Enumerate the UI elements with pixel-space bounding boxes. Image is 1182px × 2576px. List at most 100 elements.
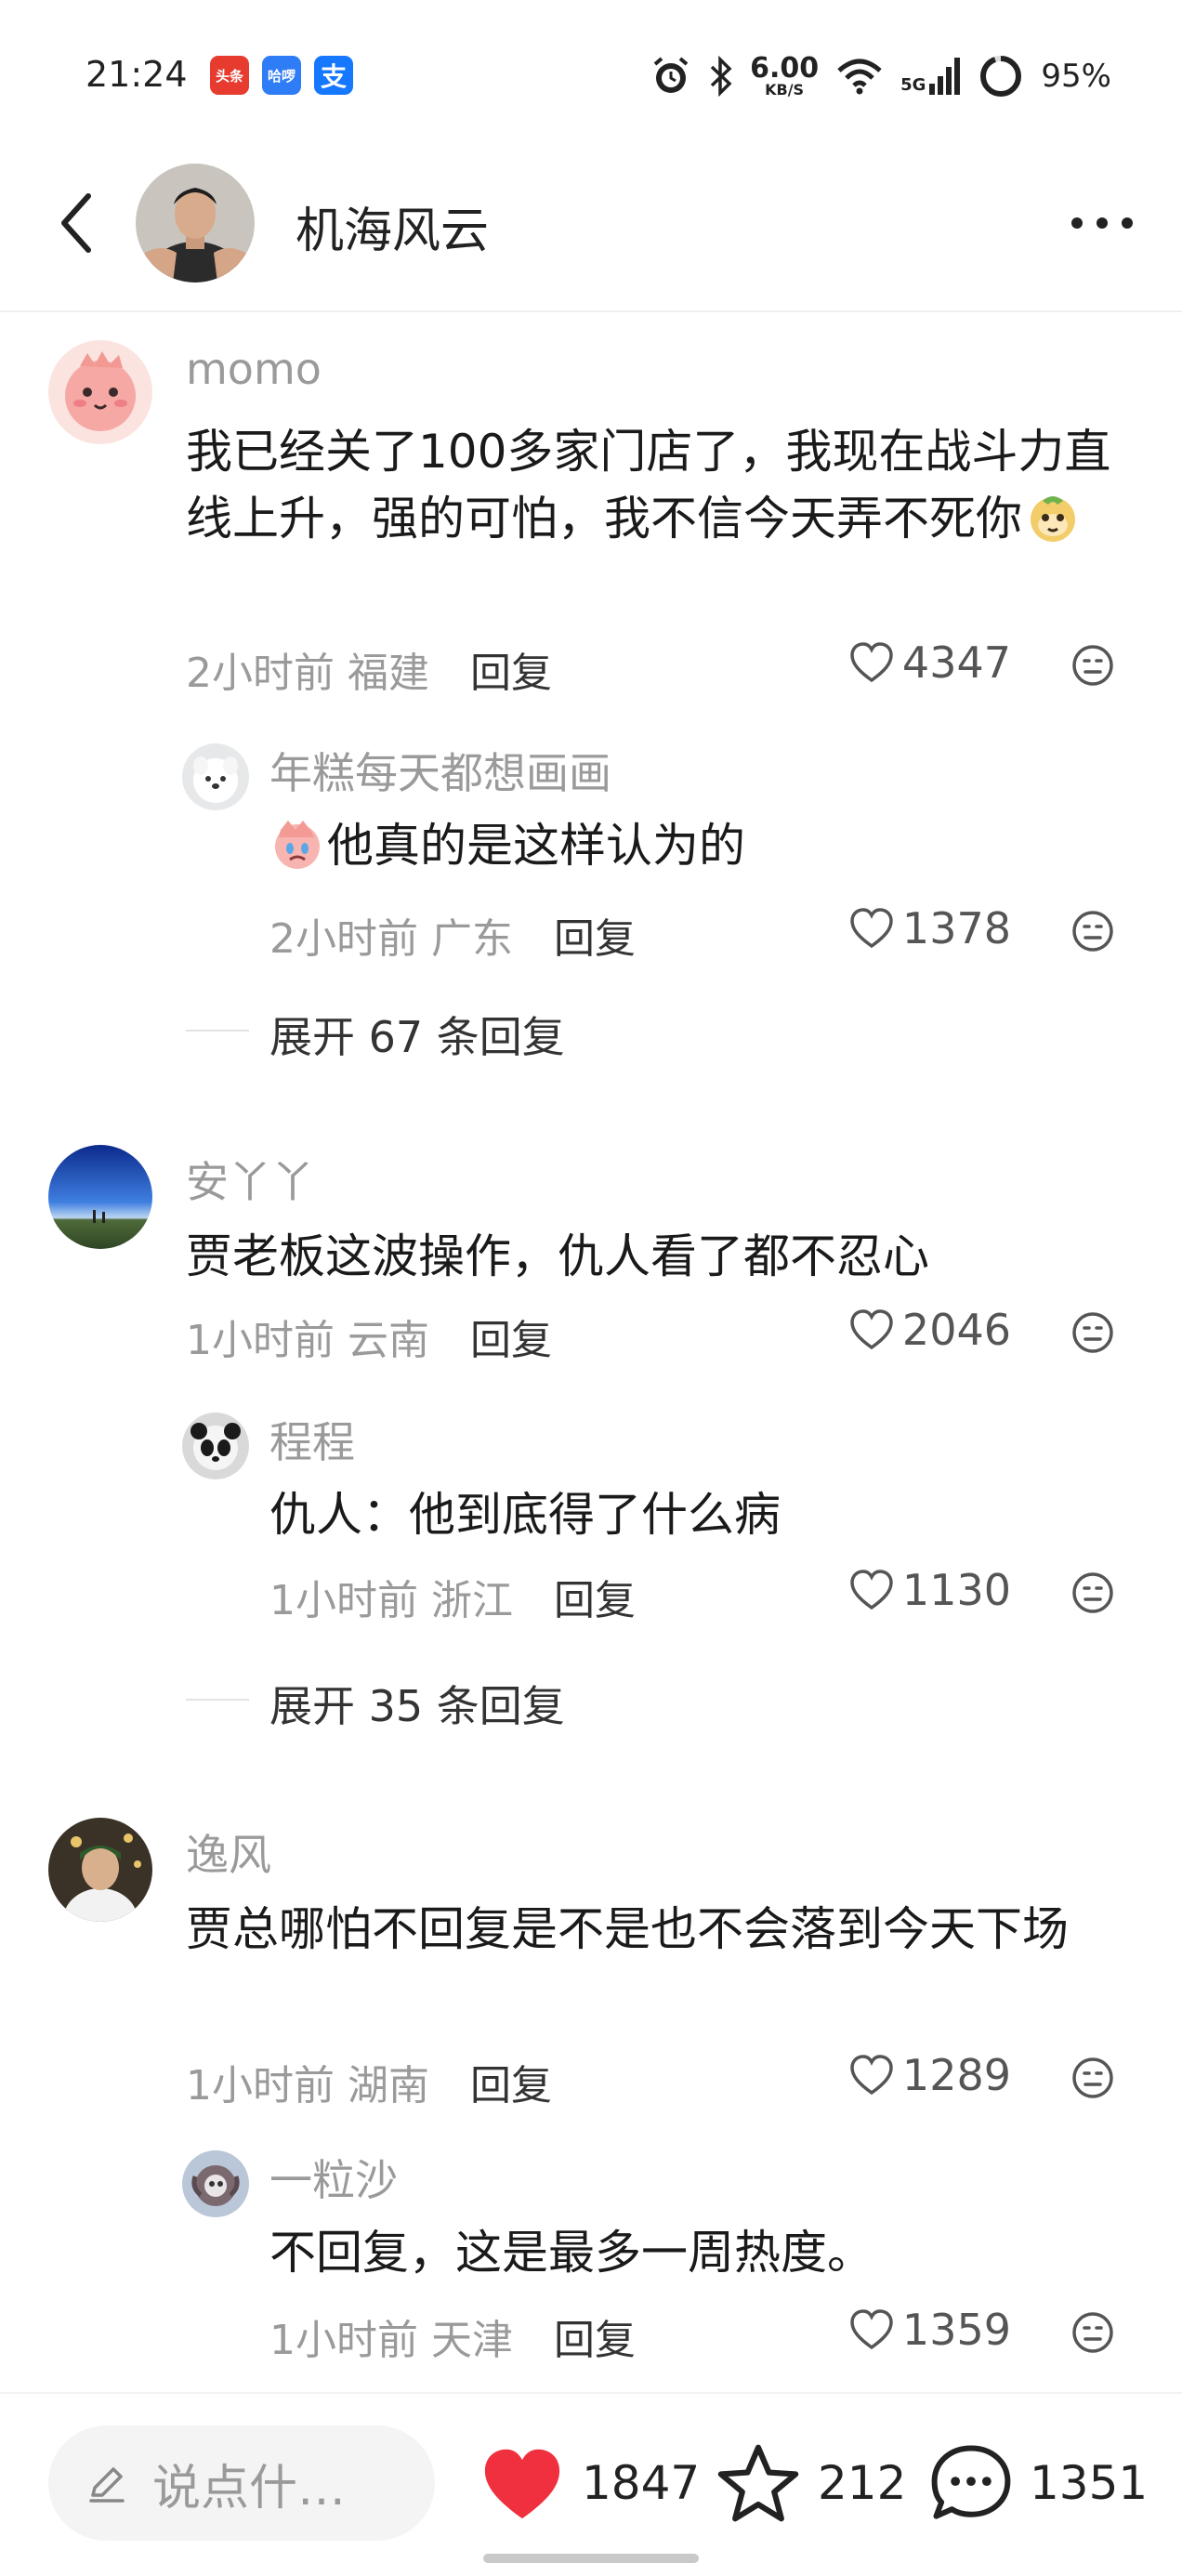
reply-text: 他真的是这样认为的 — [269, 812, 1124, 879]
reply-text: 仇人：他到底得了什么病 — [269, 1488, 781, 1542]
hellobike-app-icon: 哈啰 — [262, 56, 301, 95]
like-button[interactable]: 1359 — [848, 2305, 1011, 2355]
replier-name[interactable]: 年糕每天都想画画 — [269, 740, 611, 801]
commenter-avatar[interactable] — [48, 1818, 152, 1922]
reply-meta: 1小时前 浙江 回复 — [269, 1567, 636, 1626]
like-button[interactable]: 1289 — [848, 2050, 1011, 2100]
home-indicator[interactable] — [483, 2554, 699, 2563]
replier-avatar[interactable] — [182, 743, 249, 810]
star-icon — [717, 2444, 799, 2522]
expand-replies-button[interactable]: 展开 67 条回复 — [269, 1004, 565, 1065]
commenter-name[interactable]: momo — [186, 344, 322, 394]
reply-time: 1小时前 — [269, 1577, 418, 1624]
bluetooth-icon — [710, 56, 732, 97]
replier-avatar[interactable] — [182, 2150, 249, 2217]
reply-button[interactable]: 回复 — [554, 915, 636, 963]
heart-outline-icon — [850, 1309, 893, 1349]
like-button[interactable]: 1378 — [848, 903, 1011, 953]
like-post-button[interactable]: 1847 — [479, 2427, 700, 2539]
replier-name[interactable]: 一粒沙 — [269, 2147, 398, 2208]
heart-outline-icon — [850, 908, 893, 948]
comment-meta: 2小时前 福建 回复 — [186, 639, 552, 699]
replier-name[interactable]: 程程 — [269, 1409, 355, 1470]
like-count: 1289 — [901, 2050, 1011, 2100]
reply-button[interactable]: 回复 — [470, 650, 552, 697]
replier-avatar[interactable] — [182, 1413, 249, 1479]
emoji-icon — [1031, 496, 1075, 542]
comments-button[interactable]: 1351 — [929, 2427, 1148, 2539]
dislike-face-icon[interactable] — [1070, 1571, 1115, 1615]
commenter-name[interactable]: 安丫丫 — [186, 1149, 314, 1210]
network-speed: 6.00 KB/S — [750, 52, 820, 99]
like-count: 1378 — [901, 903, 1011, 953]
comment-input-placeholder: 说点什… — [152, 2460, 347, 2517]
like-button[interactable]: 2046 — [848, 1305, 1011, 1355]
like-button[interactable]: 4347 — [848, 637, 1011, 688]
commenter-name[interactable]: 逸风 — [186, 1821, 271, 1883]
comment-text: 贾老板这波操作，仇人看了都不忍心 — [186, 1229, 929, 1283]
reply-button[interactable]: 回复 — [554, 1577, 636, 1624]
status-indicators: 6.00 KB/S 5G 95% — [650, 48, 1111, 104]
back-button[interactable] — [43, 186, 108, 260]
reply-location: 浙江 — [431, 1577, 513, 1624]
author-avatar[interactable] — [136, 164, 255, 283]
heart-outline-icon — [850, 642, 893, 682]
comment-location: 云南 — [348, 1317, 429, 1364]
reply-time: 2小时前 — [269, 915, 418, 963]
reply-time: 1小时前 — [269, 2317, 418, 2364]
like-button[interactable]: 1130 — [848, 1565, 1011, 1615]
expand-divider — [186, 1030, 249, 1032]
reply-button[interactable]: 回复 — [470, 1317, 552, 1364]
comment-location: 福建 — [348, 650, 429, 697]
heart-outline-icon — [850, 2309, 893, 2349]
comment-bubble-icon — [931, 2445, 1011, 2519]
favorite-button[interactable]: 212 — [716, 2427, 906, 2539]
wifi-icon — [837, 59, 882, 95]
heart-outline-icon — [850, 2055, 893, 2095]
cellular-signal-icon: 5G — [900, 58, 961, 95]
dislike-face-icon[interactable] — [1070, 2310, 1115, 2355]
more-dots-icon — [1071, 217, 1133, 229]
expand-divider — [186, 1699, 249, 1701]
commenter-avatar[interactable] — [48, 340, 152, 444]
dislike-face-icon[interactable] — [1070, 2056, 1115, 2100]
favorite-count: 212 — [818, 2456, 907, 2510]
like-count: 1130 — [901, 1565, 1011, 1615]
chevron-left-icon — [61, 193, 91, 253]
battery-ring-icon — [980, 56, 1022, 97]
status-time: 21:24 — [85, 54, 188, 95]
comment-time: 1小时前 — [186, 1317, 335, 1364]
comment-text: 贾总哪怕不回复是不是也不会落到今天下场 — [186, 1902, 1069, 1956]
post-like-count: 1847 — [582, 2456, 701, 2510]
page-header: 机海风云 — [0, 149, 1182, 312]
comment-location: 湖南 — [348, 2062, 429, 2109]
comment-time: 2小时前 — [186, 650, 335, 697]
status-bar: 21:24 头条 哈啰 支 6.00 KB/S 5G 95% — [0, 0, 1182, 149]
commenter-avatar[interactable] — [48, 1145, 152, 1249]
emoji-icon — [275, 821, 320, 869]
reply-meta: 2小时前 广东 回复 — [269, 905, 636, 965]
expand-replies-button[interactable]: 展开 35 条回复 — [269, 1673, 565, 1734]
comment-count: 1351 — [1030, 2456, 1149, 2510]
dislike-face-icon[interactable] — [1070, 643, 1115, 688]
pencil-icon — [89, 2467, 125, 2503]
reply-location: 天津 — [431, 2317, 513, 2364]
page-title: 机海风云 — [296, 204, 490, 259]
like-count: 4347 — [901, 637, 1011, 688]
comment-input[interactable]: 说点什… — [48, 2425, 435, 2541]
more-options-button[interactable] — [1065, 195, 1139, 251]
reply-location: 广东 — [431, 915, 513, 963]
like-count: 2046 — [901, 1305, 1011, 1355]
heart-filled-icon — [484, 2449, 560, 2519]
reply-button[interactable]: 回复 — [470, 2062, 552, 2109]
alarm-icon — [653, 57, 689, 93]
alipay-app-icon: 支 — [314, 56, 353, 95]
like-count: 1359 — [901, 2305, 1011, 2355]
dislike-face-icon[interactable] — [1070, 1310, 1115, 1355]
comment-time: 1小时前 — [186, 2062, 335, 2109]
comment-text: 我已经关了100多家门店了，我现在战斗力直线上升，强的可怕，我不信今天弄不死你 — [186, 425, 1111, 545]
comment-meta: 1小时前 云南 回复 — [186, 1307, 552, 1366]
dislike-face-icon[interactable] — [1070, 909, 1115, 953]
reply-button[interactable]: 回复 — [554, 2317, 636, 2364]
comment-meta: 1小时前 湖南 回复 — [186, 2052, 552, 2111]
